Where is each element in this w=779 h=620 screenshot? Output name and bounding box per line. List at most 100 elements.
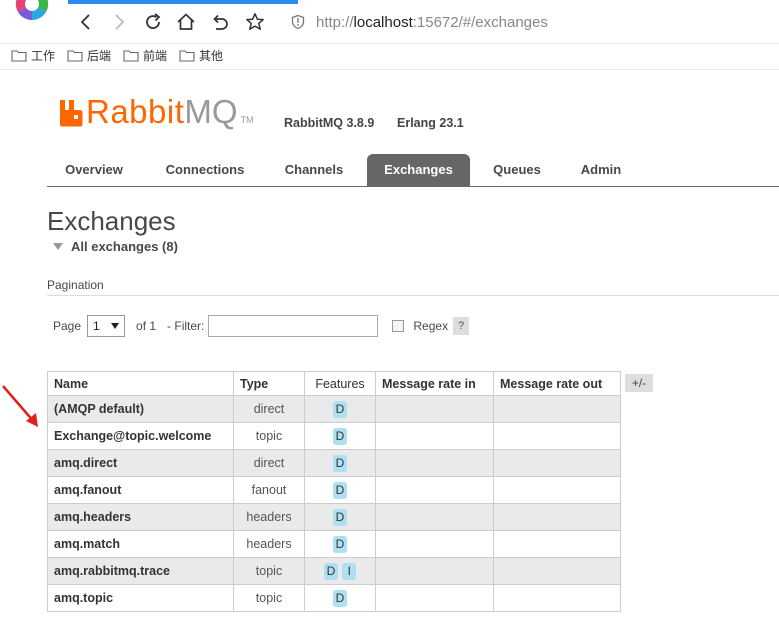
durable-badge: D (332, 481, 348, 499)
page-load-progress (68, 0, 298, 4)
undo-close-tab-button[interactable] (208, 10, 232, 34)
message-rate-in (375, 395, 494, 423)
tab-queues[interactable]: Queues (479, 154, 555, 186)
browser-logo-icon (15, 0, 49, 21)
message-rate-in (375, 503, 494, 531)
section-title: All exchanges (8) (71, 239, 178, 254)
exchange-name-link[interactable]: amq.direct (47, 449, 234, 477)
forward-button[interactable] (107, 10, 131, 34)
exchange-type: fanout (233, 476, 305, 504)
column-header-name[interactable]: Name (47, 371, 234, 396)
exchange-name-link[interactable]: amq.topic (47, 584, 234, 612)
exchange-name-link[interactable]: amq.fanout (47, 476, 234, 504)
message-rate-out (493, 503, 621, 531)
exchange-features: D (304, 395, 376, 423)
reload-button[interactable] (141, 10, 165, 34)
message-rate-out (493, 395, 621, 423)
page-label: Page (53, 319, 82, 333)
exchange-features: D (304, 476, 376, 504)
table-row[interactable]: amq.match headers D (47, 530, 621, 558)
regex-help-button[interactable]: ? (453, 317, 470, 335)
tab-admin[interactable]: Admin (565, 154, 637, 186)
back-button[interactable] (74, 10, 98, 34)
exchange-type: direct (233, 449, 305, 477)
star-icon (246, 13, 264, 30)
triangle-down-icon (53, 242, 63, 250)
home-icon (177, 13, 195, 30)
exchange-name-link[interactable]: amq.headers (47, 503, 234, 531)
bookmark-folder-frontend[interactable]: 前端 (123, 47, 167, 64)
table-row[interactable]: amq.direct direct D (47, 449, 621, 477)
column-header-features: Features (304, 371, 376, 396)
folder-icon (67, 50, 83, 62)
rabbitmq-logo[interactable]: Rabbit MQ TM (58, 95, 254, 128)
durable-badge: D (332, 454, 348, 472)
page-title: Exchanges (47, 206, 176, 236)
durable-badge: D (323, 562, 339, 580)
table-row[interactable]: amq.headers headers D (47, 503, 621, 531)
exchange-type: headers (233, 530, 305, 558)
durable-badge: D (332, 508, 348, 526)
folder-icon (179, 50, 195, 62)
table-row[interactable]: (AMQP default) direct D (47, 395, 621, 423)
message-rate-in (375, 530, 494, 558)
exchange-features: D (304, 449, 376, 477)
table-row[interactable]: amq.fanout fanout D (47, 476, 621, 504)
bookmark-label: 前端 (143, 49, 168, 63)
pagination-divider (47, 295, 779, 296)
exchange-name-link[interactable]: Exchange@topic.welcome (47, 422, 234, 450)
bookmark-label: 工作 (31, 49, 56, 63)
tab-channels[interactable]: Channels (271, 154, 357, 186)
message-rate-in (375, 476, 494, 504)
pagination-filter-row: Page 1 of 1 - Filter: Regex ? (53, 315, 470, 337)
url-host: localhost (353, 13, 413, 31)
exchange-name-link[interactable]: amq.match (47, 530, 234, 558)
column-header-rate-out[interactable]: Message rate out (493, 371, 621, 396)
exchange-type: topic (233, 557, 305, 585)
exchange-name-link[interactable]: amq.rabbitmq.trace (47, 557, 234, 585)
chevron-right-icon (115, 14, 125, 30)
message-rate-in (375, 584, 494, 612)
table-row[interactable]: Exchange@topic.welcome topic D (47, 422, 621, 450)
exchanges-table: Name Type Features Message rate in Messa… (47, 371, 621, 612)
rabbitmq-version: RabbitMQ 3.8.9 (284, 116, 375, 130)
folder-icon (123, 50, 139, 62)
table-row[interactable]: amq.topic topic D (47, 584, 621, 612)
tab-connections[interactable]: Connections (150, 154, 260, 186)
column-header-type[interactable]: Type (233, 371, 305, 396)
home-button[interactable] (174, 10, 198, 34)
tab-exchanges[interactable]: Exchanges (367, 154, 470, 186)
message-rate-out (493, 530, 621, 558)
rabbitmq-logo-icon (60, 100, 83, 127)
filter-input[interactable] (208, 315, 379, 337)
bookmark-folder-other[interactable]: 其他 (179, 47, 223, 64)
exchange-features: D (304, 530, 376, 558)
pagination-heading: Pagination (47, 278, 104, 292)
exchange-features: D (304, 503, 376, 531)
exchange-name-link[interactable]: (AMQP default) (47, 395, 234, 423)
exchange-type: topic (233, 584, 305, 612)
exchange-type: direct (233, 395, 305, 423)
bookmark-star-button[interactable] (243, 10, 267, 34)
browser-toolbar: http://localhost:15672/#/exchanges (0, 0, 779, 44)
column-header-rate-in[interactable]: Message rate in (375, 371, 494, 396)
durable-badge: D (332, 400, 348, 418)
bookmark-label: 其他 (199, 49, 224, 63)
annotation-arrow-icon (2, 385, 38, 427)
undo-icon (213, 14, 228, 30)
durable-badge: D (332, 589, 348, 607)
logo-trademark: TM (240, 115, 254, 125)
bookmark-folder-backend[interactable]: 后端 (67, 47, 111, 64)
all-exchanges-toggle[interactable]: All exchanges (8) (53, 239, 178, 254)
filter-label: - Filter: (167, 319, 205, 333)
tab-overview[interactable]: Overview (47, 154, 141, 186)
table-row[interactable]: amq.rabbitmq.trace topic D I (47, 557, 621, 585)
folder-icon (11, 50, 27, 62)
bookmarks-bar: 工作 后端 前端 其他 (0, 44, 779, 70)
address-bar[interactable]: http://localhost:15672/#/exchanges (280, 8, 779, 36)
page-count-label: of 1 (136, 319, 157, 333)
bookmark-folder-work[interactable]: 工作 (11, 47, 55, 64)
regex-checkbox[interactable] (392, 320, 405, 332)
column-toggle-button[interactable]: +/- (625, 374, 653, 392)
page-select[interactable]: 1 (87, 315, 126, 337)
